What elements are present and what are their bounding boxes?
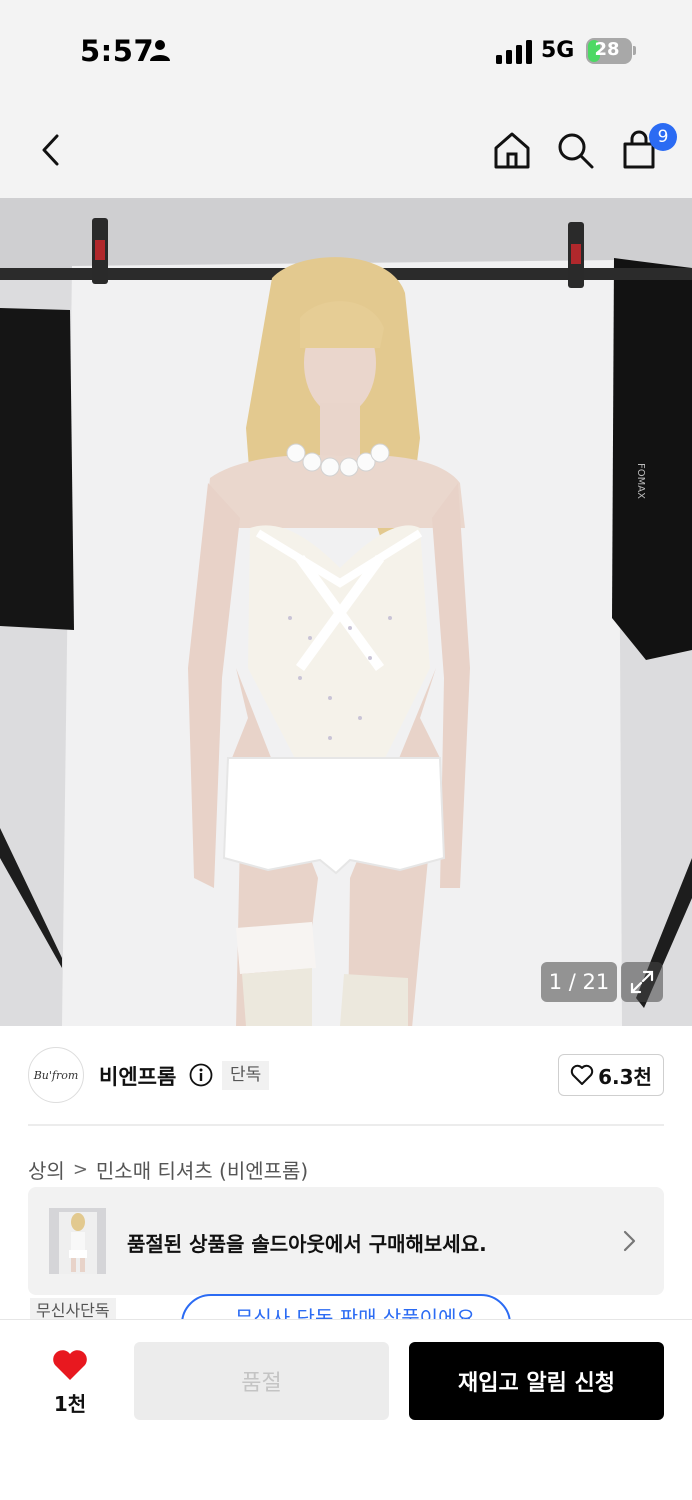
cart-button[interactable]: 9 [614,123,677,175]
status-time: 5:57 [80,34,155,68]
wish-count: 1천 [53,1392,87,1416]
product-image[interactable]: FOMAX [0,198,692,1026]
nav-bar: 9 [0,100,692,198]
expand-icon [630,970,654,994]
home-icon [494,132,530,169]
soldout-button[interactable]: 품절 [134,1342,389,1420]
brand-name[interactable]: 비엔프롬 [99,1061,176,1091]
breadcrumb-subcategory[interactable]: 민소매 티셔츠 (비엔프롬) [96,1155,308,1184]
person-icon [150,40,170,61]
expand-button[interactable] [621,962,663,1002]
info-icon[interactable] [189,1063,213,1087]
image-counter: 1 / 21 [541,962,617,1002]
like-button[interactable]: 6.3천 [558,1054,664,1096]
breadcrumb-category[interactable]: 상의 [28,1155,65,1184]
chevron-right-icon [623,1230,636,1252]
svg-text:FOMAX: FOMAX [635,463,646,499]
battery-icon: 28 [586,38,632,64]
heart-filled-icon[interactable] [51,1348,89,1382]
like-count: 6.3천 [598,1064,652,1089]
status-bar: 5:57 5G 28 [0,0,692,100]
back-icon [42,134,59,166]
bottom-action-bar: 1천 품절 재입고 알림 신청 [0,1319,692,1500]
back-button[interactable] [25,125,75,175]
banner-thumbnail [49,1208,106,1274]
chevron-right-icon: > [72,1159,88,1180]
product-photo: FOMAX [0,198,692,1026]
brand-logo[interactable]: Bu'from [28,1047,84,1103]
exclusive-tag: 단독 [222,1061,270,1090]
battery-cap [633,46,636,55]
breadcrumb: 상의 > 민소매 티셔츠 (비엔프롬) [28,1155,308,1184]
brand-logo-text: Bu'from [33,1068,79,1082]
banner-text: 품절된 상품을 솔드아웃에서 구매해보세요. [127,1232,487,1256]
soldout-banner[interactable]: 품절된 상품을 솔드아웃에서 구매해보세요. [28,1187,664,1295]
search-button[interactable] [550,125,600,175]
divider [28,1124,664,1126]
home-button[interactable] [487,125,537,175]
search-icon [558,133,594,169]
cart-count-badge: 9 [649,123,677,151]
battery-level: 28 [594,39,620,60]
restock-alert-button[interactable]: 재입고 알림 신청 [409,1342,664,1420]
network-label: 5G [541,38,575,63]
heart-outline-icon [570,1064,594,1085]
thumbnail-image [49,1208,106,1274]
signal-icon [496,40,532,64]
